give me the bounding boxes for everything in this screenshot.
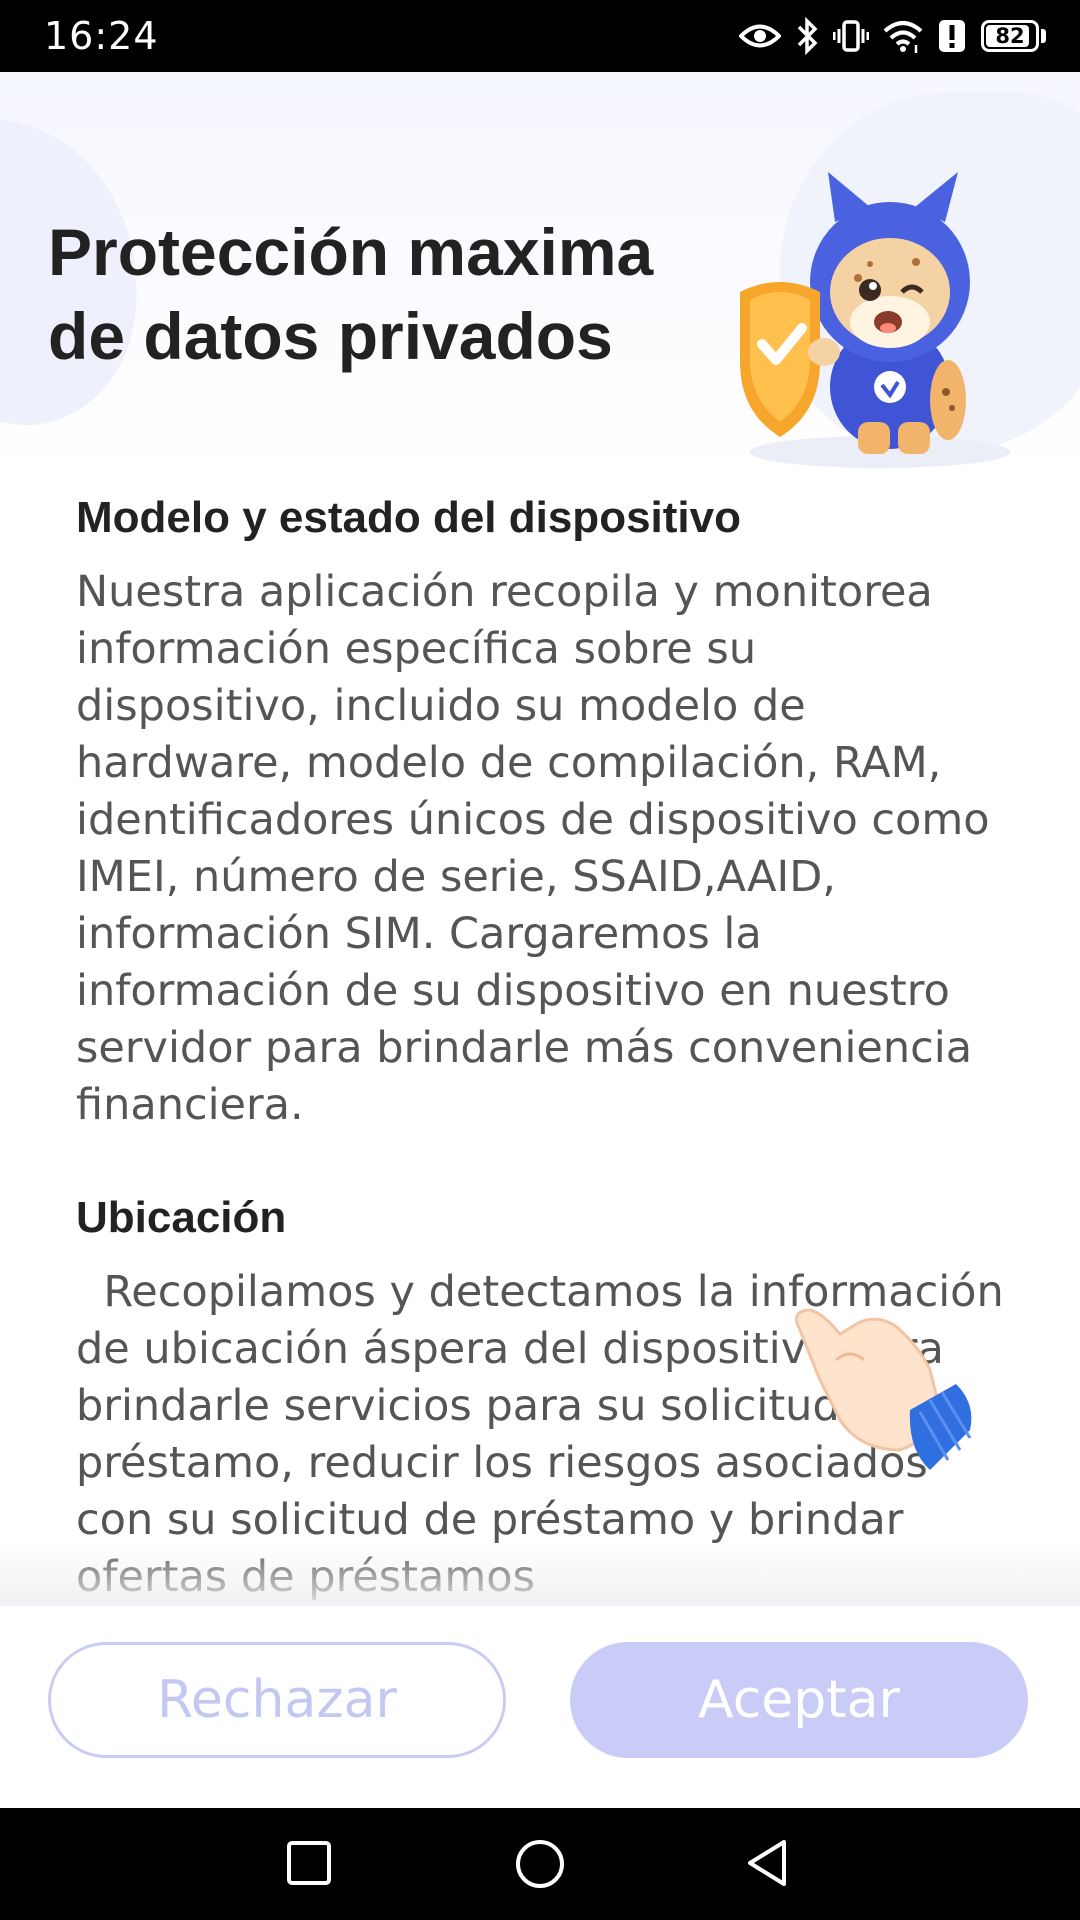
accept-button[interactable]: Aceptar: [570, 1642, 1028, 1758]
back-icon[interactable]: [744, 1838, 794, 1893]
recent-apps-icon[interactable]: [284, 1838, 334, 1893]
section-device: Modelo y estado del dispositivo Nuestra …: [76, 490, 1006, 1134]
pointing-hand-icon: [794, 1308, 972, 1470]
system-nav-bar: [0, 1808, 1080, 1920]
scroll-fade: [0, 1540, 1080, 1606]
battery-icon: 82: [981, 20, 1046, 52]
status-time: 16:24: [44, 14, 159, 58]
action-bar: Rechazar Aceptar: [0, 1606, 1080, 1808]
section-body: Nuestra aplicación recopila y monitorea …: [76, 567, 990, 1130]
home-icon[interactable]: [514, 1838, 566, 1895]
header-banner: Protección maxima de datos privados: [0, 72, 1080, 472]
battery-level: 82: [995, 24, 1025, 48]
wifi-icon: [883, 19, 923, 53]
section-heading: Ubicación: [76, 1193, 287, 1242]
alert-icon: [937, 18, 967, 54]
bluetooth-icon: [795, 17, 819, 55]
reject-button[interactable]: Rechazar: [48, 1642, 506, 1758]
section-heading: Modelo y estado del dispositivo: [76, 493, 741, 542]
page-title: Protección maxima de datos privados: [48, 215, 654, 373]
eye-icon: [739, 21, 781, 51]
status-bar: 16:24 82: [0, 0, 1080, 72]
mascot-with-shield-illustration: [740, 172, 1010, 468]
status-icons: 82: [739, 14, 1046, 58]
vibrate-icon: [833, 18, 869, 54]
